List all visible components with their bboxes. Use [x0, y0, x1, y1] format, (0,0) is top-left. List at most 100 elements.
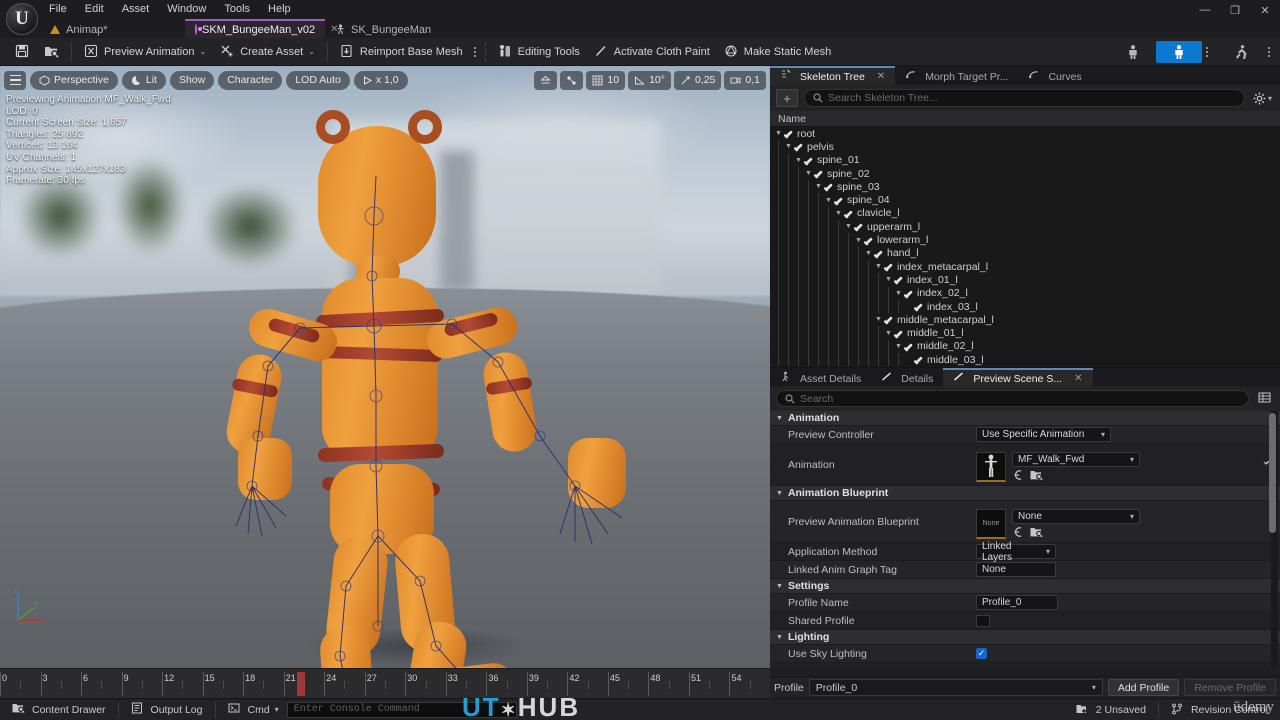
- expand-collapse-icon[interactable]: ▼: [874, 316, 883, 323]
- hamburger-icon[interactable]: [4, 70, 26, 90]
- tab-details[interactable]: Details: [871, 368, 943, 387]
- document-tab-skm-bungeeman[interactable]: SKM_BungeeMan_v02 ✕: [185, 19, 339, 38]
- application-method-dropdown[interactable]: Linked Layers ▾: [976, 541, 1056, 563]
- viewport-3d[interactable]: Perspective Lit Show Character LOD Auto …: [0, 66, 770, 668]
- tab-asset-details[interactable]: Asset Details: [770, 368, 871, 387]
- expand-collapse-icon[interactable]: ▼: [844, 223, 853, 230]
- viewport-character-button[interactable]: Character: [218, 70, 283, 90]
- skeleton-tree-item-clavicle_l[interactable]: ▼ clavicle_l: [770, 206, 1280, 221]
- viewport-lod-button[interactable]: LOD Auto: [286, 70, 350, 90]
- mode-overflow-icon[interactable]: [1202, 43, 1212, 61]
- shared-profile-swatch[interactable]: [976, 614, 990, 627]
- expand-collapse-icon[interactable]: ▼: [814, 183, 823, 190]
- close-tab-icon[interactable]: ✕: [1074, 373, 1082, 384]
- use-selected-icon[interactable]: [1012, 526, 1025, 538]
- preview-controller-dropdown[interactable]: Use Specific Animation ▾: [976, 427, 1111, 442]
- tab-skeleton-tree[interactable]: Skeleton Tree ✕: [770, 66, 896, 85]
- tab-preview-scene-settings[interactable]: Preview Scene S... ✕: [943, 368, 1093, 387]
- expand-collapse-icon[interactable]: ▼: [884, 276, 893, 283]
- close-button[interactable]: ✕: [1250, 0, 1280, 20]
- maximize-button[interactable]: ❐: [1220, 0, 1250, 20]
- mode-animation-button[interactable]: [1218, 41, 1264, 63]
- animation-overflow-icon[interactable]: [1264, 43, 1274, 61]
- animation-thumbnail[interactable]: [976, 451, 1006, 482]
- animation-asset-dropdown[interactable]: MF_Walk_Fwd ▾: [1012, 451, 1140, 467]
- content-drawer-button[interactable]: Content Drawer: [4, 701, 114, 719]
- cmd-mode-button[interactable]: Cmd ▾: [220, 701, 287, 719]
- menu-item-asset[interactable]: Asset: [113, 1, 159, 18]
- browse-content-button[interactable]: [37, 41, 66, 63]
- expand-collapse-icon[interactable]: ▼: [894, 290, 903, 297]
- timeline-ruler[interactable]: 0 3 6 9 12 15 18 21 24 27 30 33 36 39 42 45 48 51 54: [0, 672, 770, 696]
- skeleton-tree-item-root[interactable]: ▼ root: [770, 127, 1280, 140]
- grid-snap-control[interactable]: 10: [586, 70, 626, 90]
- profile-name-input[interactable]: Profile_0: [976, 595, 1058, 610]
- skeleton-tree-item-spine_04[interactable]: ▼ spine_04: [770, 193, 1280, 207]
- add-profile-button[interactable]: Add Profile: [1107, 679, 1180, 696]
- details-search-input[interactable]: Search: [776, 390, 1249, 407]
- expand-collapse-icon[interactable]: ▼: [834, 210, 843, 217]
- unsaved-assets-button[interactable]: 2 Unsaved: [1068, 701, 1154, 719]
- use-selected-icon[interactable]: [1012, 469, 1025, 481]
- preview-scene-settings-properties[interactable]: ▼ Animation Preview Controller Use Speci…: [770, 411, 1280, 667]
- properties-scrollbar-track[interactable]: [1269, 411, 1278, 667]
- tab-curves[interactable]: Curves: [1018, 66, 1091, 85]
- animation-blueprint-thumbnail[interactable]: None: [976, 508, 1006, 539]
- skeleton-tree-item-hand_l[interactable]: ▼ hand_l: [770, 246, 1280, 260]
- linked-anim-graph-tag-input[interactable]: None: [976, 562, 1056, 577]
- skeleton-tree-item-index_01_l[interactable]: ▼ index_01_l: [770, 273, 1280, 287]
- skeleton-tree-item-spine_01[interactable]: ▼ spine_01: [770, 153, 1280, 167]
- output-log-button[interactable]: Output Log: [123, 701, 211, 719]
- browse-icon[interactable]: [1030, 469, 1043, 481]
- profile-dropdown[interactable]: Profile_0 ▾: [808, 679, 1103, 696]
- reimport-overflow-icon[interactable]: [470, 43, 480, 61]
- make-static-mesh-button[interactable]: Make Static Mesh: [717, 41, 838, 63]
- unreal-engine-logo-icon[interactable]: U: [6, 3, 38, 35]
- expand-collapse-icon[interactable]: ▼: [894, 343, 903, 350]
- mode-skeleton-button[interactable]: [1156, 41, 1202, 63]
- expand-collapse-icon[interactable]: ▼: [874, 263, 883, 270]
- skeleton-tree-item-middle_metacarpal_l[interactable]: ▼ middle_metacarpal_l: [770, 313, 1280, 327]
- skeleton-tree-column-header[interactable]: Name: [770, 111, 1280, 127]
- expand-collapse-icon[interactable]: ▼: [864, 250, 873, 257]
- viewport-perspective-button[interactable]: Perspective: [30, 70, 118, 90]
- save-button[interactable]: [8, 41, 37, 63]
- menu-item-window[interactable]: Window: [158, 1, 215, 18]
- skeleton-tree-item-spine_02[interactable]: ▼ spine_02: [770, 166, 1280, 181]
- section-header-lighting[interactable]: ▼ Lighting: [770, 630, 1280, 645]
- close-tab-icon[interactable]: ✕: [877, 71, 885, 82]
- expand-collapse-icon[interactable]: ▼: [824, 197, 833, 204]
- expand-collapse-icon[interactable]: ▼: [854, 237, 863, 244]
- skeleton-tree-item-index_02_l[interactable]: ▼ index_02_l: [770, 286, 1280, 300]
- properties-scrollbar-thumb[interactable]: [1269, 413, 1276, 533]
- menu-item-tools[interactable]: Tools: [215, 1, 259, 18]
- expand-collapse-icon[interactable]: ▼: [884, 330, 893, 337]
- scale-snap-control[interactable]: 0,25: [673, 70, 722, 90]
- surface-snap-toggle[interactable]: [534, 70, 558, 90]
- mode-skeletal-mesh-button[interactable]: [1110, 41, 1156, 63]
- expand-collapse-icon[interactable]: ▼: [784, 143, 793, 150]
- skeleton-tree-item-spine_03[interactable]: ▼ spine_03: [770, 180, 1280, 194]
- minimize-button[interactable]: —: [1190, 0, 1220, 20]
- document-tab-sk-bungeeman[interactable]: SK_BungeeMan: [325, 19, 441, 38]
- create-asset-button[interactable]: Create Asset ⌄: [213, 41, 322, 63]
- skeleton-tree-item-index_metacarpal_l[interactable]: ▼ index_metacarpal_l: [770, 259, 1280, 274]
- activate-cloth-paint-button[interactable]: Activate Cloth Paint: [587, 41, 717, 63]
- skeleton-tree-item-pelvis[interactable]: ▼ pelvis: [770, 140, 1280, 154]
- skeleton-tree-search-input[interactable]: Search Skeleton Tree...: [804, 89, 1245, 107]
- viewport-playrate-button[interactable]: x 1,0: [353, 70, 408, 90]
- tab-morph-target-preview[interactable]: Morph Target Pr...: [895, 66, 1018, 85]
- menu-item-edit[interactable]: Edit: [76, 1, 113, 18]
- preview-animation-blueprint-dropdown[interactable]: None ▾: [1012, 508, 1140, 524]
- viewport-show-button[interactable]: Show: [169, 70, 215, 90]
- angle-snap-control[interactable]: 10°: [628, 70, 671, 90]
- skeleton-tree-settings-button[interactable]: ▾: [1251, 92, 1274, 105]
- menu-item-help[interactable]: Help: [259, 1, 300, 18]
- browse-icon[interactable]: [1030, 526, 1043, 538]
- reimport-base-mesh-button[interactable]: Reimport Base Mesh: [333, 41, 470, 63]
- menu-item-file[interactable]: File: [40, 1, 76, 18]
- editing-tools-button[interactable]: Editing Tools: [491, 41, 587, 63]
- animation-timeline[interactable]: 0 3 6 9 12 15 18 21 24 27 30 33 36 39 42 45 48 51 54: [0, 668, 770, 698]
- skeleton-tree-item-middle_03_l[interactable]: middle_03_l: [770, 353, 1280, 367]
- details-settings-grid-button[interactable]: [1255, 391, 1274, 407]
